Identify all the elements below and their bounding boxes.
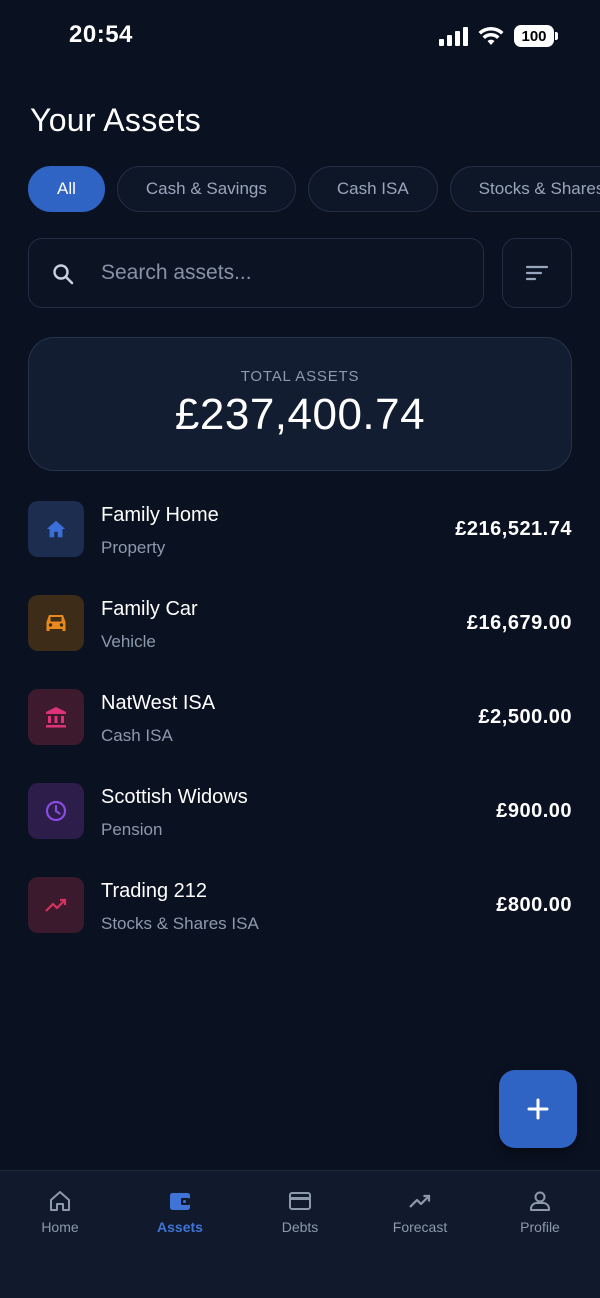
status-time: 20:54 (69, 21, 133, 48)
page-title: Your Assets (30, 102, 202, 138)
asset-row[interactable]: Scottish Widows Pension £900.00 (28, 768, 572, 862)
nav-label: Profile (520, 1219, 560, 1235)
status-bar: 20:54 100 (0, 0, 600, 72)
search-box (28, 238, 484, 308)
asset-value: £16,679.00 (466, 612, 572, 634)
nav-label: Home (41, 1219, 79, 1235)
clock-icon (45, 800, 67, 822)
asset-name: Trading 212 (101, 880, 207, 902)
search-input[interactable] (101, 239, 461, 306)
filter-chip-cash-savings[interactable]: Cash & Savings (116, 166, 296, 212)
asset-value: £216,521.74 (455, 518, 572, 540)
asset-icon-tile (28, 877, 84, 933)
bank-icon (46, 707, 66, 728)
bottom-nav: Home Assets Debts Forecast Profile (0, 1170, 600, 1298)
status-icons: 100 (439, 24, 558, 48)
nav-label: Debts (281, 1219, 319, 1235)
asset-type: Pension (101, 820, 163, 839)
nav-item-home[interactable]: Home (0, 1171, 120, 1298)
nav-label: Forecast (392, 1219, 448, 1235)
search-icon (53, 264, 74, 285)
car-icon (46, 615, 66, 631)
trending-up-icon (409, 1194, 431, 1208)
add-asset-button[interactable] (499, 1070, 577, 1148)
total-assets-value: £237,400.74 (174, 390, 426, 439)
sort-icon (525, 265, 549, 281)
asset-icon-tile (28, 501, 84, 557)
asset-name: Family Home (101, 504, 219, 526)
asset-name: NatWest ISA (101, 692, 216, 714)
nav-label: Assets (157, 1219, 203, 1235)
filter-chips: All Cash & Savings Cash ISA Stocks & Sha… (28, 166, 600, 212)
asset-name: Scottish Widows (101, 786, 248, 808)
nav-item-debts[interactable]: Debts (240, 1171, 360, 1298)
nav-item-forecast[interactable]: Forecast (360, 1171, 480, 1298)
filter-chip-all[interactable]: All (28, 166, 105, 212)
nav-item-assets[interactable]: Assets (120, 1171, 240, 1298)
asset-type: Stocks & Shares ISA (101, 914, 259, 933)
asset-row[interactable]: Family Home Property £216,521.74 (28, 486, 572, 580)
trending-up-icon (45, 898, 67, 912)
asset-value: £2,500.00 (478, 706, 572, 728)
filter-chip-cash-isa[interactable]: Cash ISA (307, 166, 438, 212)
asset-value: £900.00 (496, 800, 572, 822)
cellular-signal-icon (439, 26, 468, 46)
asset-list: Family Home Property £216,521.74 Family … (28, 486, 572, 956)
battery-icon: 100 (514, 25, 558, 47)
sort-filter-button[interactable] (502, 238, 572, 308)
wallet-icon (170, 1193, 190, 1210)
asset-name: Family Car (101, 598, 198, 620)
home-icon (46, 520, 66, 538)
asset-value: £800.00 (496, 894, 572, 916)
home-icon (50, 1191, 70, 1211)
assets-screen: 20:54 100 Your Assets All Cash & Savings… (0, 0, 600, 1298)
nav-item-profile[interactable]: Profile (480, 1171, 600, 1298)
filter-chip-stocks-shares[interactable]: Stocks & Shares ISA (449, 166, 600, 212)
total-assets-card: TOTAL ASSETS £237,400.74 (28, 337, 572, 471)
wifi-icon (478, 26, 504, 45)
asset-row[interactable]: Trading 212 Stocks & Shares ISA £800.00 (28, 862, 572, 956)
asset-row[interactable]: Family Car Vehicle £16,679.00 (28, 580, 572, 674)
asset-icon-tile (28, 689, 84, 745)
asset-icon-tile (28, 783, 84, 839)
total-assets-label: TOTAL ASSETS (240, 368, 360, 385)
asset-row[interactable]: NatWest ISA Cash ISA £2,500.00 (28, 674, 572, 768)
plus-icon (527, 1098, 549, 1120)
asset-type: Property (101, 538, 166, 557)
person-icon (530, 1191, 550, 1211)
asset-type: Vehicle (101, 632, 156, 651)
asset-type: Cash ISA (101, 726, 173, 745)
asset-icon-tile (28, 595, 84, 651)
credit-card-icon (289, 1192, 311, 1210)
